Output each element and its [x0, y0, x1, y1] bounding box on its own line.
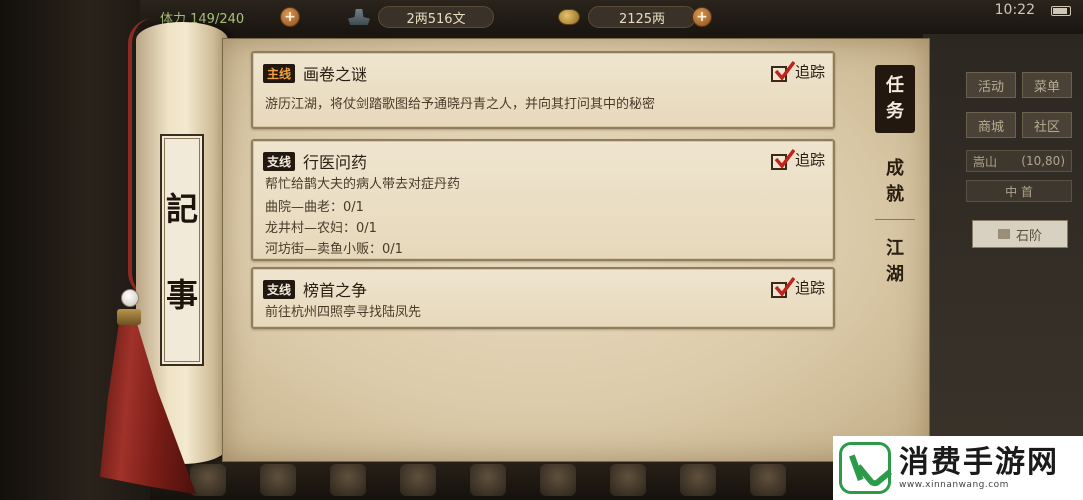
quest-card[interactable]: 支线 榜首之争 追踪 前往杭州四照亭寻找陆凤先 [251, 267, 835, 329]
quest-title: 行医问药 [303, 153, 368, 172]
tab-label-char: 就 [886, 184, 904, 205]
step-label: 石阶 [1015, 228, 1042, 244]
toolbar-slot-icon[interactable] [680, 464, 716, 496]
step-location[interactable]: 石阶 [972, 220, 1068, 248]
top-hud: 体力 149/240 + 2两516文 2125两 + 10:22 [140, 0, 1083, 34]
shop-button[interactable]: 商城 [966, 112, 1016, 138]
checkmark-icon [770, 148, 795, 170]
add-stamina-button[interactable]: + [280, 7, 300, 27]
toolbar-slot-icon[interactable] [750, 464, 786, 496]
gold-text: 2125两 [618, 11, 666, 27]
tab-achievements[interactable]: 成 就 [875, 151, 915, 213]
add-gold-button[interactable]: + [692, 7, 712, 27]
clock: 10:22 [994, 2, 1035, 18]
brand-logo-icon [839, 442, 891, 494]
location-row: 嵩山 (10,80) [966, 150, 1072, 172]
gold-display: 2125两 [588, 6, 696, 28]
track-toggle[interactable]: 追踪 [770, 148, 825, 170]
quest-description: 帮忙给鹊大夫的病人带去对症丹药 [265, 177, 461, 192]
hat-icon [348, 9, 370, 25]
location-coords: (10,80) [1021, 154, 1065, 168]
tassel-cap [117, 309, 141, 325]
toolbar-slot-icon[interactable] [260, 464, 296, 496]
journal-title-char: 記 [165, 190, 198, 228]
quest-title: 画卷之谜 [303, 65, 368, 84]
battery-icon [1051, 6, 1071, 16]
track-toggle[interactable]: 追踪 [770, 276, 825, 298]
toolbar-slot-icon[interactable] [470, 464, 506, 496]
quest-description: 前往杭州四照亭寻找陆凤先 [265, 305, 422, 320]
tab-tasks[interactable]: 任 务 [875, 65, 915, 133]
tab-label-char: 成 [886, 158, 904, 179]
journal-title-char: 事 [165, 276, 198, 314]
step-icon [997, 229, 1010, 239]
silver-display: 2两516文 [378, 6, 494, 28]
gold-ingot-icon [558, 9, 580, 25]
side-panel: 活动 菜单 商城 社区 嵩山 (10,80) 中 首 石阶 [962, 60, 1076, 440]
toolbar-slot-icon[interactable] [330, 464, 366, 496]
quest-objective: 河坊街—卖鱼小贩：0/1 [265, 242, 403, 257]
watermark-url: www.xinnanwang.com [899, 480, 1009, 490]
checkmark-icon [770, 60, 795, 82]
quest-objective: 龙井村—农妇：0/1 [265, 221, 377, 236]
tab-label-char: 湖 [886, 264, 904, 285]
track-label: 追踪 [794, 63, 825, 81]
activity-button[interactable]: 活动 [966, 72, 1016, 98]
quest-log-panel: 主线 画卷之谜 追踪 游历江湖，将仗剑踏歌图给予通晓丹青之人，并向其打问其中的秘… [222, 38, 930, 462]
track-label: 追踪 [794, 151, 825, 169]
watermark-title: 消费手游网 [899, 445, 1059, 480]
menu-button[interactable]: 菜单 [1022, 72, 1072, 98]
tassel-bead [121, 289, 139, 307]
toolbar-slot-icon[interactable] [610, 464, 646, 496]
quest-card[interactable]: 主线 画卷之谜 追踪 游历江湖，将仗剑踏歌图给予通晓丹青之人，并向其打问其中的秘… [251, 51, 835, 129]
track-label: 追踪 [794, 279, 825, 297]
silver-text: 2两516文 [406, 11, 466, 27]
quest-description: 游历江湖，将仗剑踏歌图给予通晓丹青之人，并向其打问其中的秘密 [265, 97, 656, 112]
quest-type-badge: 支线 [263, 151, 296, 171]
quest-card[interactable]: 支线 行医问药 追踪 帮忙给鹊大夫的病人带去对症丹药 曲院—曲老：0/1 龙井村… [251, 139, 835, 261]
quest-type-badge: 主线 [263, 63, 296, 83]
journal-title: 記 事 [160, 134, 204, 366]
toolbar-slot-icon[interactable] [190, 464, 226, 496]
community-button[interactable]: 社区 [1022, 112, 1072, 138]
sub-row: 中 首 [966, 180, 1072, 202]
toolbar-slot-icon[interactable] [400, 464, 436, 496]
tab-divider [875, 219, 915, 220]
quest-objective: 曲院—曲老：0/1 [265, 200, 364, 215]
tab-label-char: 江 [886, 238, 904, 259]
quest-title: 榜首之争 [303, 281, 368, 300]
tab-label-char: 任 [886, 75, 904, 96]
toolbar-slot-icon[interactable] [540, 464, 576, 496]
location-name: 嵩山 [973, 154, 998, 169]
tab-jianghu[interactable]: 江 湖 [875, 231, 915, 293]
bottom-toolbar [150, 458, 850, 500]
tab-label-char: 务 [886, 101, 904, 122]
track-toggle[interactable]: 追踪 [770, 60, 825, 82]
checkmark-icon [770, 276, 795, 298]
quest-type-badge: 支线 [263, 279, 296, 299]
watermark: 消费手游网 www.xinnanwang.com [833, 436, 1083, 500]
